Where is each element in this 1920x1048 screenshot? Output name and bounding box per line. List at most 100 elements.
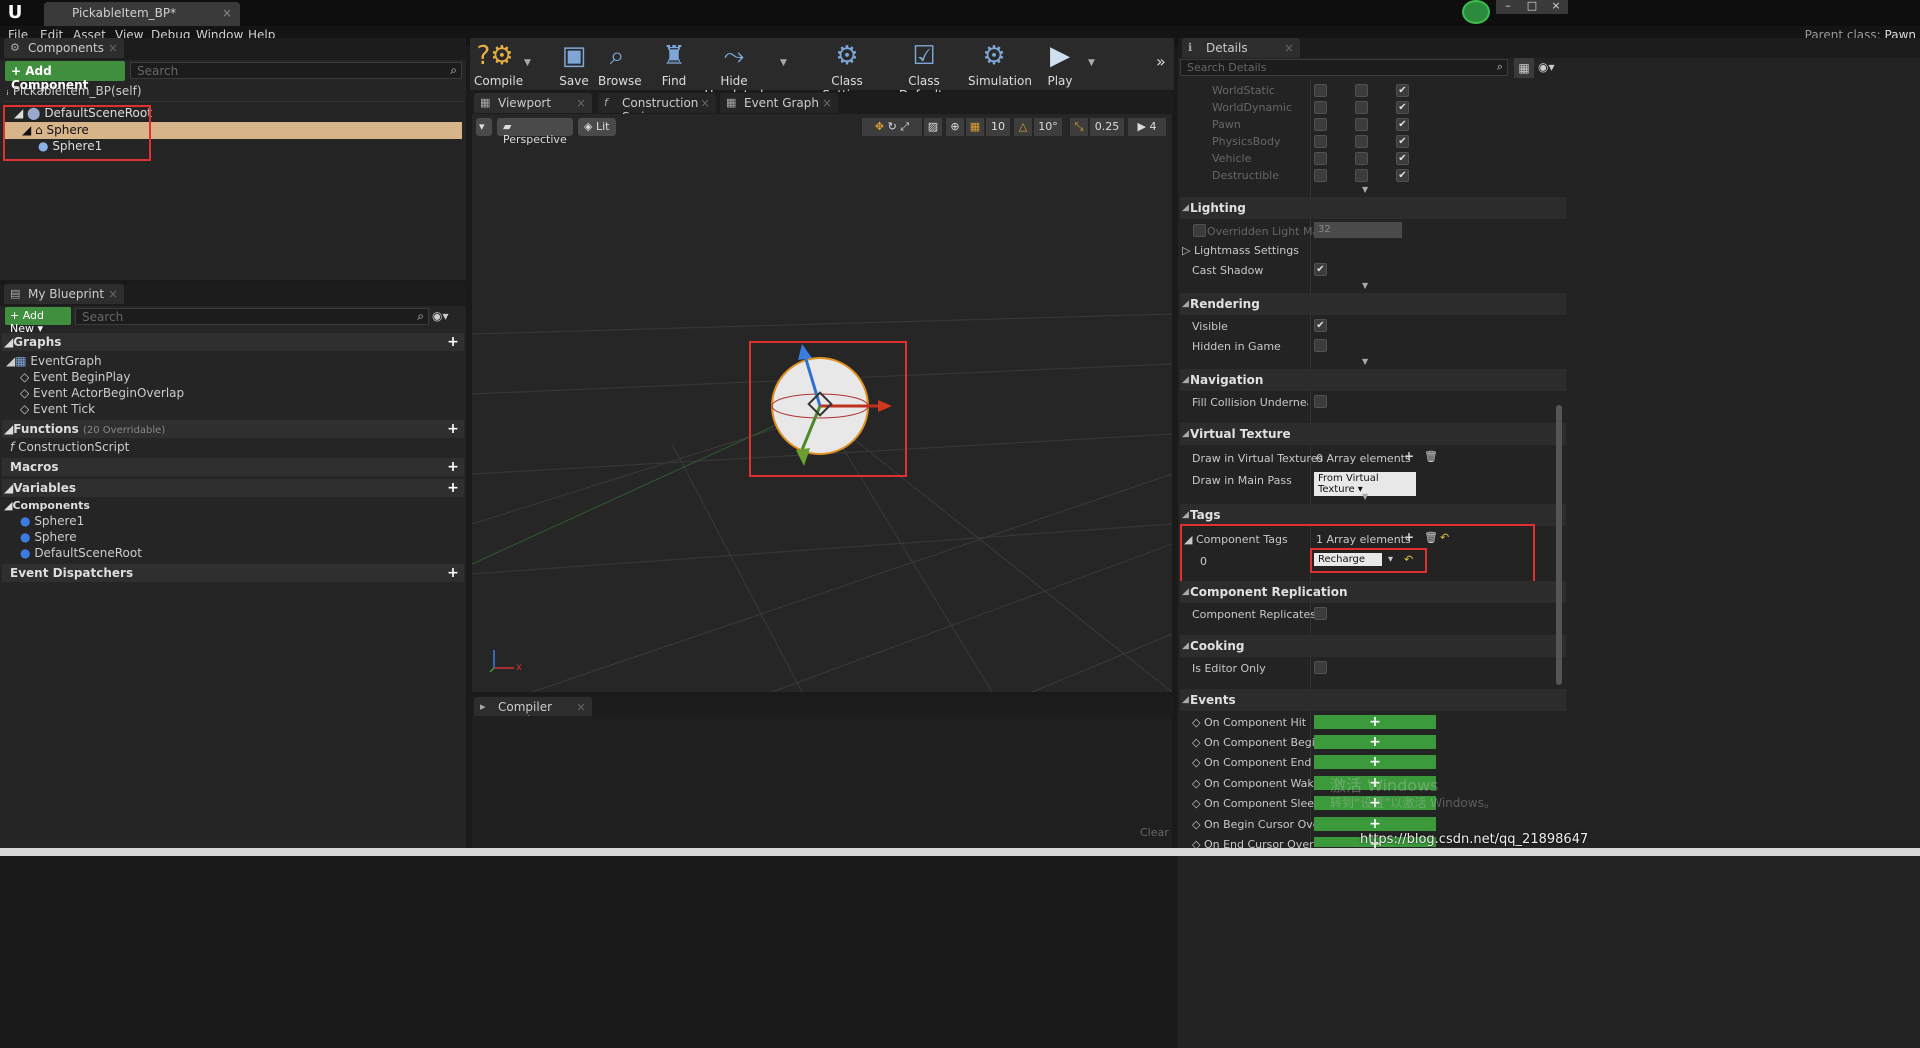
macros-section[interactable]: Macros [10, 458, 58, 476]
add-event-button[interactable]: + [1314, 755, 1436, 769]
event-beginplay-item[interactable]: ◇ Event BeginPlay [20, 370, 130, 384]
grid-view-icon[interactable]: ▦ [1514, 58, 1534, 78]
visible-checkbox[interactable]: ✔ [1314, 319, 1327, 332]
browse-button[interactable]: ⌕ Browse [598, 40, 642, 88]
collision-block-checkbox[interactable]: ✔ [1396, 135, 1409, 148]
eye-icon[interactable]: ◉▾ [432, 309, 449, 323]
tags-section[interactable]: ◢ Tags [1180, 504, 1566, 526]
components-search-input[interactable]: Search ⌕ [130, 62, 462, 79]
close-icon[interactable]: × [222, 6, 232, 20]
add-event-button[interactable]: + [1314, 817, 1436, 831]
grid-snap-icon[interactable]: ▦ [966, 118, 984, 136]
chevron-down-icon[interactable]: ▼ [1088, 58, 1095, 68]
document-tab[interactable]: PickableItem_BP* × [44, 2, 240, 26]
collision-ignore-checkbox[interactable] [1314, 118, 1327, 131]
collision-ignore-checkbox[interactable] [1314, 135, 1327, 148]
lightmass-settings[interactable]: ▷ Lightmass Settings [1182, 244, 1299, 257]
rendering-section[interactable]: ◢ Rendering [1180, 293, 1566, 315]
self-label[interactable]: ꜟ PickableItem_BP(self) [6, 83, 142, 99]
expand-arrow-icon[interactable]: ▼ [1362, 281, 1368, 290]
perspective-button[interactable]: ▰ Perspective [497, 118, 573, 146]
graphs-section[interactable]: ◢Graphs [4, 333, 61, 351]
chevron-down-icon[interactable]: ▼ [780, 58, 787, 68]
add-graph-button[interactable]: + [445, 334, 461, 350]
expand-arrow-icon[interactable]: ▼ [1362, 357, 1368, 366]
collision-block-checkbox[interactable]: ✔ [1396, 101, 1409, 114]
cast-shadow-checkbox[interactable]: ✔ [1314, 263, 1327, 276]
expand-arrow-icon[interactable]: ▼ [1362, 185, 1368, 194]
construction-script-item[interactable]: f ConstructionScript [10, 440, 129, 454]
close-icon[interactable]: × [1284, 41, 1294, 55]
trash-icon[interactable]: 🗑 [1424, 450, 1438, 463]
close-window-button[interactable]: × [1544, 0, 1568, 14]
override-lightmap-input[interactable]: 32 [1314, 222, 1402, 238]
find-button[interactable]: ♜ Find [660, 40, 688, 88]
save-button[interactable]: ▣ Save [558, 40, 590, 88]
variable-sphere1[interactable]: ● Sphere1 [20, 514, 84, 528]
more-chevron-icon[interactable]: » [1156, 52, 1166, 71]
world-local-icon[interactable]: ⊕ [946, 118, 964, 136]
close-icon[interactable]: × [108, 41, 118, 55]
collision-overlap-checkbox[interactable] [1355, 135, 1368, 148]
add-event-button[interactable]: + [1314, 735, 1436, 749]
editor-only-checkbox[interactable] [1314, 661, 1327, 674]
events-section[interactable]: ◢ Events [1180, 689, 1566, 711]
tab-construction-script[interactable]: fConstruction Scrip× [598, 93, 716, 124]
close-icon[interactable]: × [700, 96, 710, 110]
close-icon[interactable]: × [822, 96, 832, 110]
viewport-options-button[interactable]: ▾ [476, 118, 492, 136]
lighting-section[interactable]: ◢ Lighting [1180, 197, 1566, 219]
add-event-button[interactable]: + [1314, 715, 1436, 729]
tab-event-graph[interactable]: ▦ Event Graph × [720, 93, 838, 113]
add-function-button[interactable]: + [445, 421, 461, 437]
compile-button[interactable]: ?⚙ Compile [474, 40, 523, 88]
camera-speed[interactable]: ▶ 4 [1128, 118, 1166, 136]
variable-defaultsceneroot[interactable]: ● DefaultSceneRoot [20, 546, 142, 560]
collision-overlap-checkbox[interactable] [1355, 152, 1368, 165]
collision-ignore-checkbox[interactable] [1314, 169, 1327, 182]
play-button[interactable]: ▶ Play [1042, 40, 1078, 88]
replicates-checkbox[interactable] [1314, 607, 1327, 620]
virtual-texture-section[interactable]: ◢ Virtual Texture [1180, 423, 1566, 445]
add-component-button[interactable]: + Add Component [5, 61, 125, 92]
close-icon[interactable]: × [108, 287, 118, 301]
override-lightmap-checkbox[interactable] [1193, 224, 1206, 237]
grid-size-value[interactable]: 10 [986, 118, 1010, 136]
minimize-button[interactable]: – [1496, 0, 1520, 14]
variable-sphere[interactable]: ● Sphere [20, 530, 77, 544]
clear-button[interactable]: Clear [1140, 826, 1169, 839]
surface-snap-icon[interactable]: ▨ [924, 118, 942, 136]
scale-snap-value[interactable]: 0.25 [1090, 118, 1124, 136]
collision-ignore-checkbox[interactable] [1314, 101, 1327, 114]
collision-ignore-checkbox[interactable] [1314, 152, 1327, 165]
tab-my-blueprint[interactable]: ▤ My Blueprint × [4, 284, 124, 304]
collision-overlap-checkbox[interactable] [1355, 101, 1368, 114]
chevron-down-icon[interactable]: ▼ [524, 58, 531, 68]
replication-section[interactable]: ◢ Component Replication [1180, 581, 1566, 603]
rotation-snap-value[interactable]: 10° [1034, 118, 1062, 136]
dispatchers-section[interactable]: Event Dispatchers [10, 564, 133, 582]
collision-block-checkbox[interactable]: ✔ [1396, 152, 1409, 165]
add-variable-button[interactable]: + [445, 480, 461, 496]
collision-overlap-checkbox[interactable] [1355, 169, 1368, 182]
event-tick-item[interactable]: ◇ Event Tick [20, 402, 95, 416]
event-graph-item[interactable]: ◢▦ EventGraph [6, 354, 102, 368]
variables-section[interactable]: ◢Variables [4, 479, 76, 497]
tab-viewport[interactable]: ▦ Viewport × [474, 93, 592, 113]
add-element-icon[interactable]: + [1404, 449, 1414, 463]
collision-block-checkbox[interactable]: ✔ [1396, 169, 1409, 182]
hidden-in-game-checkbox[interactable] [1314, 339, 1327, 352]
close-icon[interactable]: × [576, 700, 586, 714]
functions-section[interactable]: ◢Functions (20 Overridable) [4, 420, 165, 438]
blueprint-search-input[interactable]: Search ⌕ [75, 308, 429, 325]
source-control-icon[interactable] [1462, 0, 1490, 24]
tab-details[interactable]: ℹ Details × [1182, 38, 1300, 58]
close-icon[interactable]: × [576, 96, 586, 110]
fill-collision-checkbox[interactable] [1314, 395, 1327, 408]
tab-components[interactable]: ⚙ Components × [4, 38, 124, 58]
event-actorbeginoverlap-item[interactable]: ◇ Event ActorBeginOverlap [20, 386, 184, 400]
maximize-button[interactable]: □ [1520, 0, 1544, 14]
eye-icon[interactable]: ◉▾ [1538, 60, 1555, 74]
lit-button[interactable]: ◈ Lit [578, 118, 616, 136]
details-scrollbar[interactable] [1556, 405, 1562, 685]
